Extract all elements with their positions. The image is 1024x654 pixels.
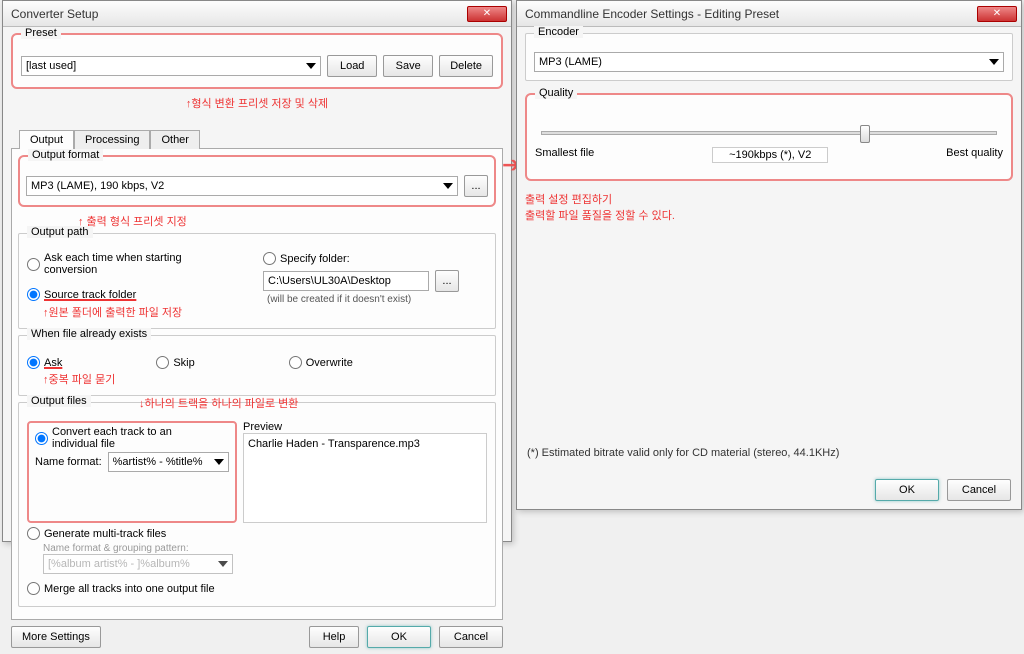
save-button[interactable]: Save — [383, 55, 433, 77]
slider-thumb[interactable] — [860, 125, 870, 143]
preview-label: Preview — [243, 421, 487, 433]
titlebar: Commandline Encoder Settings - Editing P… — [517, 1, 1021, 27]
exists-skip-radio[interactable]: Skip — [156, 356, 194, 369]
folder-input[interactable] — [263, 271, 429, 291]
cancel-button[interactable]: Cancel — [439, 626, 503, 648]
onefile-annotation: ↓하나의 트랙을 하나의 파일로 변환 — [139, 395, 298, 411]
name-format-combo[interactable]: %artist% - %title% — [108, 452, 229, 472]
preset-legend: Preset — [21, 27, 61, 39]
footnote: (*) Estimated bitrate valid only for CD … — [527, 447, 839, 459]
preview-box: Charlie Haden - Transparence.mp3 — [243, 433, 487, 523]
exists-overwrite-radio[interactable]: Overwrite — [289, 356, 353, 369]
preset-combo[interactable]: [last used] — [21, 56, 321, 76]
delete-button[interactable]: Delete — [439, 55, 493, 77]
generate-multi-radio[interactable]: Generate multi-track files — [27, 527, 166, 540]
best-label: Best quality — [946, 147, 1003, 163]
specify-folder-radio[interactable]: Specify folder: — [263, 252, 350, 265]
preset-group: Preset [last used] Load Save Delete — [11, 33, 503, 89]
more-settings-button[interactable]: More Settings — [11, 626, 101, 648]
output-files-legend: Output files — [27, 395, 91, 407]
encoder-group: Encoder MP3 (LAME) — [525, 33, 1013, 81]
folder-browse-button[interactable]: ... — [435, 270, 459, 292]
grouping-label: Name format & grouping pattern: — [43, 543, 487, 554]
help-button[interactable]: Help — [309, 626, 359, 648]
name-format-label: Name format: — [35, 456, 102, 468]
cancel-button[interactable]: Cancel — [947, 479, 1011, 501]
format-browse-button[interactable]: ... — [464, 175, 488, 197]
current-quality: ~190kbps (*), V2 — [712, 147, 828, 163]
exists-annotation: ↑중복 파일 묻기 — [43, 371, 487, 387]
convert-each-radio[interactable]: Convert each track to an individual file — [35, 426, 215, 450]
ok-button[interactable]: OK — [875, 479, 939, 501]
converter-setup-dialog: Converter Setup ✕ Preset [last used] Loa… — [2, 0, 512, 542]
output-path-legend: Output path — [27, 226, 93, 238]
tab-output[interactable]: Output — [19, 130, 74, 149]
output-format-annotation: ↑ 출력 형식 프리셋 지정 — [78, 213, 496, 229]
output-files-group: Output files ↓하나의 트랙을 하나의 파일로 변환 Convert… — [18, 402, 496, 607]
ask-each-radio[interactable]: Ask each time when starting conversion — [27, 252, 237, 276]
tab-processing[interactable]: Processing — [74, 130, 150, 149]
smallest-label: Smallest file — [535, 147, 594, 163]
tab-other[interactable]: Other — [150, 130, 200, 149]
output-format-group: Output format MP3 (LAME), 190 kbps, V2 .… — [18, 155, 496, 207]
window-title: Converter Setup — [11, 7, 467, 21]
grouping-combo: [%album artist% - ]%album% — [43, 554, 233, 574]
merge-all-radio[interactable]: Merge all tracks into one output file — [27, 582, 215, 595]
output-format-combo[interactable]: MP3 (LAME), 190 kbps, V2 — [26, 176, 458, 196]
encoder-annotation-1: 출력 설정 편집하기 — [525, 191, 1013, 207]
source-annotation: ↑원본 폴더에 출력한 파일 저장 — [43, 304, 251, 320]
encoder-combo[interactable]: MP3 (LAME) — [534, 52, 1004, 72]
ok-button[interactable]: OK — [367, 626, 431, 648]
encoder-settings-dialog: Commandline Encoder Settings - Editing P… — [516, 0, 1022, 510]
load-button[interactable]: Load — [327, 55, 377, 77]
encoder-annotation-2: 출력할 파일 품질을 정할 수 있다. — [525, 207, 1013, 223]
exists-legend: When file already exists — [27, 328, 151, 340]
titlebar: Converter Setup ✕ — [3, 1, 511, 27]
exists-group: When file already exists Ask Skip Overwr… — [18, 335, 496, 396]
encoder-legend: Encoder — [534, 26, 583, 38]
output-format-legend: Output format — [28, 149, 103, 161]
output-path-group: Output path Ask each time when starting … — [18, 233, 496, 329]
quality-slider[interactable] — [541, 131, 997, 135]
quality-legend: Quality — [535, 87, 577, 99]
exists-ask-radio[interactable]: Ask — [27, 356, 62, 369]
quality-group: Quality Smallest file ~190kbps (*), V2 B… — [525, 93, 1013, 181]
close-icon[interactable]: ✕ — [977, 6, 1017, 22]
window-title: Commandline Encoder Settings - Editing P… — [525, 7, 977, 21]
close-icon[interactable]: ✕ — [467, 6, 507, 22]
tabs: Output Processing Other — [11, 129, 503, 149]
source-folder-radio[interactable]: Source track folder — [27, 288, 136, 301]
preset-annotation: ↑형식 변환 프리셋 저장 및 삭제 — [11, 95, 503, 111]
folder-note: (will be created if it doesn't exist) — [267, 294, 487, 305]
